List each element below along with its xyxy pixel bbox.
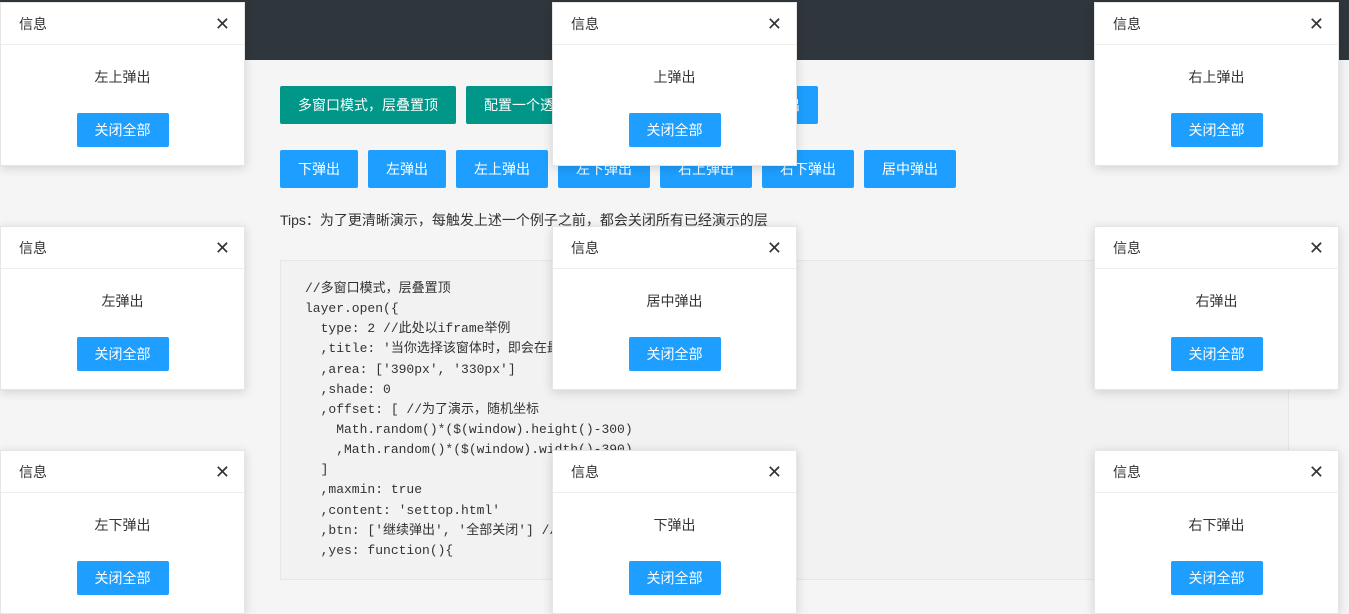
modal-body-text: 下弹出 (553, 493, 796, 543)
modal-body-text: 右上弹出 (1095, 45, 1338, 95)
close-icon[interactable]: ✕ (215, 15, 230, 33)
modal-bottom: 信息 ✕ 下弹出 关闭全部 (552, 450, 797, 614)
btn-pop-left[interactable]: 左弹出 (368, 150, 446, 188)
modal-body-text: 上弹出 (553, 45, 796, 95)
close-all-button[interactable]: 关闭全部 (629, 337, 721, 371)
close-icon[interactable]: ✕ (767, 463, 782, 481)
btn-pop-lt[interactable]: 左上弹出 (456, 150, 548, 188)
close-icon[interactable]: ✕ (767, 239, 782, 257)
modal-top: 信息 ✕ 上弹出 关闭全部 (552, 2, 797, 166)
close-all-button[interactable]: 关闭全部 (1171, 337, 1263, 371)
modal-title-text: 信息 (1113, 14, 1141, 34)
close-icon[interactable]: ✕ (215, 463, 230, 481)
modal-title-text: 信息 (19, 238, 47, 258)
close-all-button[interactable]: 关闭全部 (1171, 561, 1263, 595)
modal-left: 信息 ✕ 左弹出 关闭全部 (0, 226, 245, 390)
btn-pop-bottom[interactable]: 下弹出 (280, 150, 358, 188)
modal-title-text: 信息 (19, 14, 47, 34)
close-all-button[interactable]: 关闭全部 (77, 337, 169, 371)
modal-body-text: 左下弹出 (1, 493, 244, 543)
modal-title-text: 信息 (1113, 238, 1141, 258)
modal-title-text: 信息 (571, 238, 599, 258)
modal-title-text: 信息 (19, 462, 47, 482)
close-all-button[interactable]: 关闭全部 (1171, 113, 1263, 147)
modal-body-text: 居中弹出 (553, 269, 796, 319)
modal-title-text: 信息 (571, 14, 599, 34)
btn-pop-center[interactable]: 居中弹出 (864, 150, 956, 188)
modal-right-top: 信息 ✕ 右上弹出 关闭全部 (1094, 2, 1339, 166)
modal-body-text: 左弹出 (1, 269, 244, 319)
btn-multi-window[interactable]: 多窗口模式，层叠置顶 (280, 86, 456, 124)
modal-right: 信息 ✕ 右弹出 关闭全部 (1094, 226, 1339, 390)
modal-body-text: 右下弹出 (1095, 493, 1338, 543)
close-icon[interactable]: ✕ (1309, 15, 1324, 33)
close-icon[interactable]: ✕ (1309, 239, 1324, 257)
close-icon[interactable]: ✕ (215, 239, 230, 257)
close-all-button[interactable]: 关闭全部 (629, 113, 721, 147)
modal-right-bottom: 信息 ✕ 右下弹出 关闭全部 (1094, 450, 1339, 614)
modal-title-text: 信息 (571, 462, 599, 482)
close-icon[interactable]: ✕ (767, 15, 782, 33)
modal-title-text: 信息 (1113, 462, 1141, 482)
modal-left-bottom: 信息 ✕ 左下弹出 关闭全部 (0, 450, 245, 614)
modal-center: 信息 ✕ 居中弹出 关闭全部 (552, 226, 797, 390)
close-all-button[interactable]: 关闭全部 (77, 113, 169, 147)
close-icon[interactable]: ✕ (1309, 463, 1324, 481)
modal-body-text: 左上弹出 (1, 45, 244, 95)
modal-left-top: 信息 ✕ 左上弹出 关闭全部 (0, 2, 245, 166)
close-all-button[interactable]: 关闭全部 (77, 561, 169, 595)
close-all-button[interactable]: 关闭全部 (629, 561, 721, 595)
modal-body-text: 右弹出 (1095, 269, 1338, 319)
